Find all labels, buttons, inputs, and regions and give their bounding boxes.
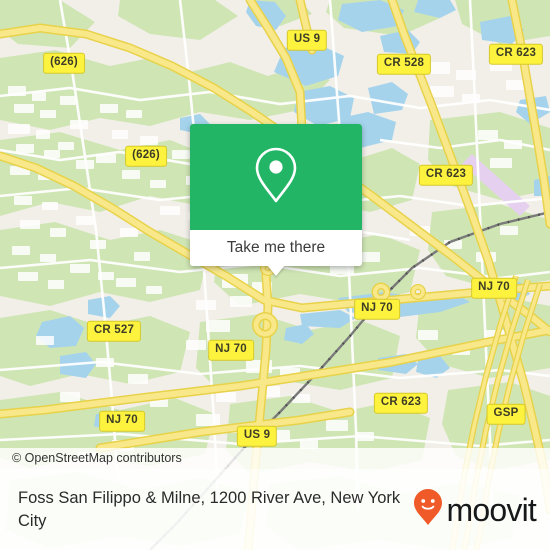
moovit-logo[interactable]: moovit	[413, 488, 537, 531]
road-label-nj-70-southwest: NJ 70	[99, 410, 145, 432]
road-label-626-northwest: (626)	[43, 52, 85, 74]
road-label-us-9-south: US 9	[236, 425, 278, 447]
map-pin-icon	[253, 146, 299, 209]
road-label-cr-623-south: CR 623	[373, 392, 429, 414]
road-label-nj-70-center: NJ 70	[354, 298, 400, 320]
road-label-cr-623-northeast: CR 623	[488, 43, 544, 65]
location-info-card[interactable]: Take me there	[190, 124, 362, 276]
info-card-footer[interactable]: Take me there	[190, 230, 362, 266]
road-label-nj-70-west: NJ 70	[208, 339, 254, 361]
take-me-there-button[interactable]: Take me there	[227, 240, 325, 256]
road-label-cr-528: CR 528	[376, 53, 432, 75]
info-card-pointer	[267, 265, 285, 276]
road-label-cr-527: CR 527	[86, 320, 142, 342]
map-screenshot: US 9 CR 528 CR 623 (626) (626) CR 623 NJ 70 NJ …	[0, 0, 550, 550]
moovit-pin-icon	[413, 488, 443, 531]
page-footer: Foss San Filippo & Milne, 1200 River Ave…	[0, 469, 550, 550]
road-label-gsp: GSP	[486, 403, 526, 425]
info-card-header	[190, 124, 362, 230]
road-label-nj-70-east: NJ 70	[471, 277, 517, 299]
moovit-wordmark: moovit	[446, 491, 537, 528]
road-label-us-9-north: US 9	[286, 29, 328, 51]
road-label-626-west: (626)	[125, 145, 167, 167]
location-title: Foss San Filippo & Milne, 1200 River Ave…	[18, 488, 401, 530]
road-label-cr-623-east: CR 623	[418, 164, 474, 186]
map-attribution[interactable]: © OpenStreetMap contributors	[0, 448, 550, 469]
